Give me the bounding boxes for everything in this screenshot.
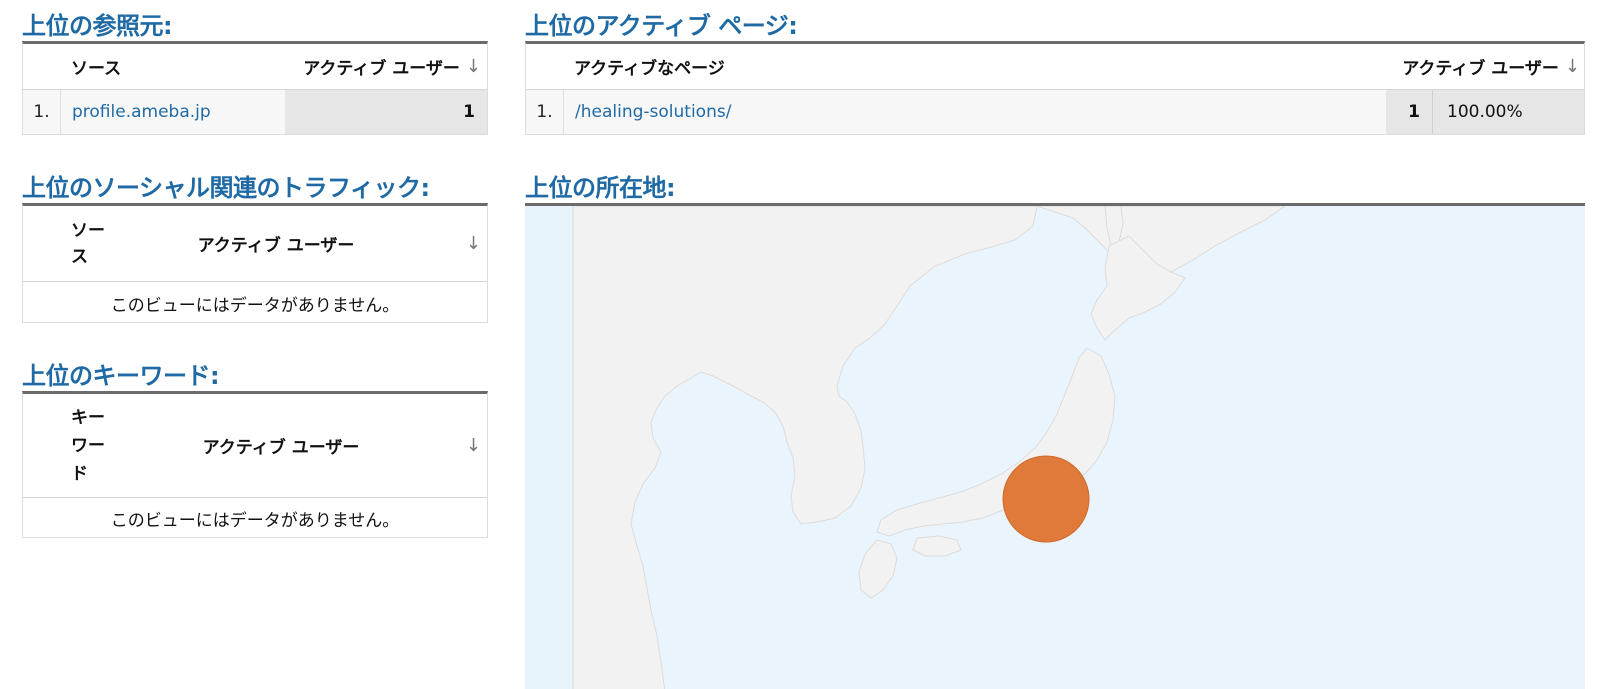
column-header-active-page[interactable]: アクティブなページ xyxy=(574,54,1324,79)
no-data-message: このビューにはデータがありません。 xyxy=(110,295,400,316)
referrers-title: 上位の参照元: xyxy=(22,12,173,40)
sort-down-arrow-icon[interactable]: ↓ xyxy=(466,56,481,77)
column-header-keyword[interactable]: キー ワー ド xyxy=(71,404,141,488)
column-header-keyword-line: キー xyxy=(71,407,105,428)
sort-down-arrow-icon[interactable]: ↓ xyxy=(466,233,481,254)
active-page-users-value: 1 xyxy=(1386,90,1432,134)
active-pages-header-row: アクティブなページ アクティブ ユーザー ↓ xyxy=(526,44,1584,90)
referrer-active-users-value: 1 xyxy=(285,90,487,134)
referrers-header-row: ソース アクティブ ユーザー ↓ xyxy=(23,44,487,90)
location-marker[interactable] xyxy=(1002,455,1090,543)
column-header-source[interactable]: ソー ス xyxy=(71,218,141,270)
column-header-active-users[interactable]: アクティブ ユーザー ↓ xyxy=(1324,54,1584,79)
sort-down-arrow-icon[interactable]: ↓ xyxy=(1565,56,1580,77)
locations-title: 上位の所在地: xyxy=(525,174,676,202)
column-header-source[interactable]: ソース xyxy=(71,54,241,79)
map-edge xyxy=(525,206,573,689)
keywords-title: 上位のキーワード: xyxy=(22,362,220,390)
active-page-link[interactable]: /healing-solutions/ xyxy=(564,90,1386,134)
column-header-active-users[interactable]: アクティブ ユーザー xyxy=(141,231,411,256)
active-page-percent-value: 100.00% xyxy=(1432,90,1584,134)
row-index: 1. xyxy=(23,90,61,134)
social-traffic-header-row: ソー ス アクティブ ユーザー ↓ xyxy=(23,206,487,282)
keywords-table: キー ワー ド アクティブ ユーザー ↓ このビューにはデータがありません。 xyxy=(22,391,488,538)
column-header-active-users-label: アクティブ ユーザー xyxy=(1402,59,1559,79)
no-data-message: このビューにはデータがありません。 xyxy=(110,511,400,531)
column-header-source-line: ソー xyxy=(71,220,105,241)
column-header-active-users-label: アクティブ ユーザー xyxy=(303,59,460,79)
locations-map[interactable] xyxy=(525,203,1585,689)
column-header-active-users[interactable]: アクティブ ユーザー ↓ xyxy=(241,54,487,79)
table-row: 1. /healing-solutions/ 1 100.00% xyxy=(526,90,1584,134)
keywords-header-row: キー ワー ド アクティブ ユーザー ↓ xyxy=(23,394,487,498)
social-traffic-table: ソー ス アクティブ ユーザー ↓ このビューにはデータがありません。 xyxy=(22,203,488,323)
sort-down-arrow-icon[interactable]: ↓ xyxy=(466,435,481,456)
column-header-source-line: ス xyxy=(71,246,88,267)
referrers-table: ソース アクティブ ユーザー ↓ 1. profile.ameba.jp 1 xyxy=(22,41,488,135)
column-header-active-users[interactable]: アクティブ ユーザー xyxy=(141,433,421,458)
active-pages-title: 上位のアクティブ ページ: xyxy=(525,12,798,40)
social-traffic-title: 上位のソーシャル関連のトラフィック: xyxy=(22,174,430,202)
active-pages-table: アクティブなページ アクティブ ユーザー ↓ 1. /healing-solut… xyxy=(525,41,1585,135)
shikoku-land xyxy=(912,535,962,557)
map-svg xyxy=(525,206,1585,689)
column-header-keyword-line: ド xyxy=(71,463,88,484)
table-row: 1. profile.ameba.jp 1 xyxy=(23,90,487,134)
row-index: 1. xyxy=(526,90,564,134)
column-header-keyword-line: ワー xyxy=(71,435,105,456)
referrer-source-link[interactable]: profile.ameba.jp xyxy=(61,90,285,134)
